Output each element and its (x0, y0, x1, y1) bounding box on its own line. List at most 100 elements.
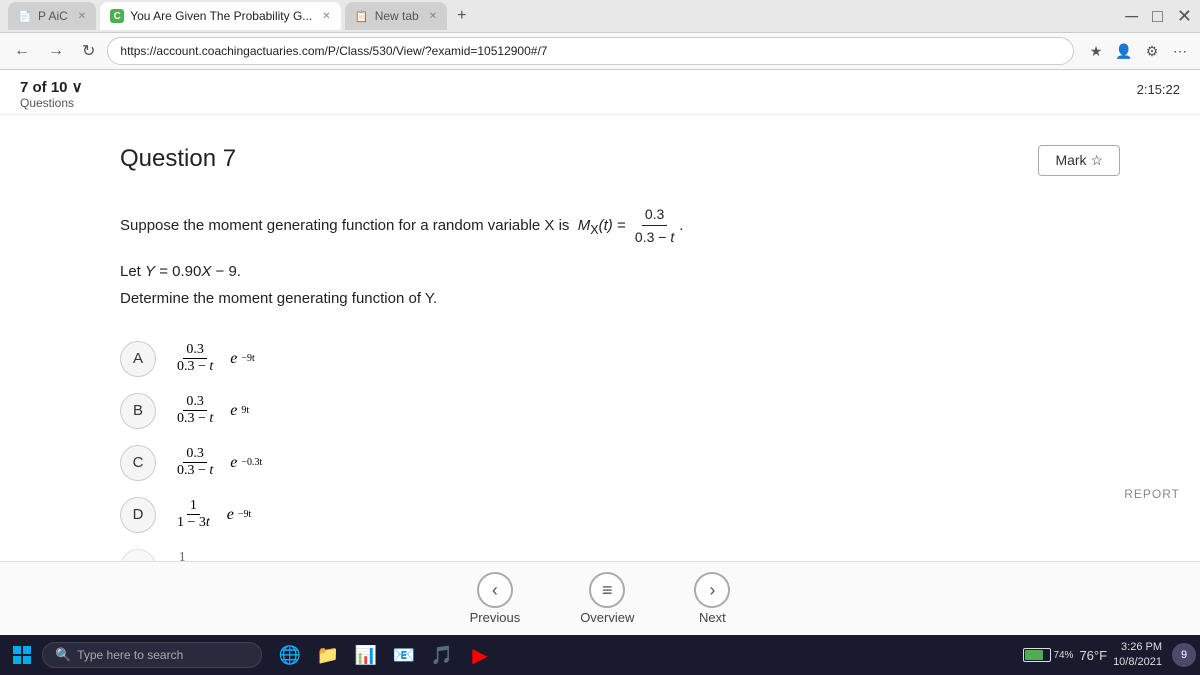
option-c[interactable]: C 0.3 0.3 − t e−0.3t (120, 439, 1120, 487)
tab-paic-icon: 📄 (18, 9, 32, 23)
option-d[interactable]: D 1 1 − 3t e−9t (120, 491, 1120, 539)
option-a-circle[interactable]: A (120, 341, 156, 377)
mark-button[interactable]: Mark ☆ (1038, 145, 1120, 176)
counter-main[interactable]: 7 of 10 ∨ (20, 78, 83, 96)
counter-sub: Questions (20, 96, 83, 110)
toolbar-icons: ★ 👤 ⚙ ⋯ (1084, 39, 1192, 63)
tab-newtab-icon: 📋 (355, 9, 369, 23)
forward-button[interactable]: → (42, 40, 70, 62)
option-c-exp: −0.3t (241, 457, 262, 468)
option-d-circle[interactable]: D (120, 497, 156, 533)
battery-fill (1025, 650, 1043, 660)
battery-indicator: 74% (1023, 648, 1073, 662)
option-b-num: 0.3 (183, 394, 207, 411)
timer: 2:15:22 (1137, 82, 1180, 97)
option-c-fraction: 0.3 0.3 − t (174, 446, 216, 479)
extensions-icon[interactable]: ⚙ (1140, 39, 1164, 63)
start-button[interactable] (4, 637, 40, 673)
top-bar: 7 of 10 ∨ Questions 2:15:22 (0, 70, 1200, 115)
profile-icon[interactable]: 👤 (1112, 39, 1136, 63)
tab-probability-close[interactable]: ✕ (322, 11, 330, 22)
option-a-fraction: 0.3 0.3 − t (174, 342, 216, 375)
taskbar-office[interactable]: 📊 (348, 637, 384, 673)
tab-paic[interactable]: 📄 P AiC ✕ (8, 2, 96, 30)
tab-probability-label: You Are Given The Probability G... (130, 9, 312, 23)
new-tab-button[interactable]: + (451, 7, 472, 25)
option-c-formula: 0.3 0.3 − t e−0.3t (172, 446, 262, 479)
report-link[interactable]: REPORT (1124, 487, 1180, 501)
battery-box (1023, 648, 1051, 662)
option-d-exp: −9t (238, 509, 251, 520)
maximize-button[interactable]: □ (1152, 6, 1163, 27)
question-area: Question 7 Mark ☆ Suppose the moment gen… (0, 115, 1200, 561)
title-bar: 📄 P AiC ✕ C You Are Given The Probabilit… (0, 0, 1200, 32)
option-e-formula: 1 ... (172, 550, 193, 561)
taskbar-media[interactable]: 🎵 (424, 637, 460, 673)
option-b[interactable]: B 0.3 0.3 − t e9t (120, 387, 1120, 435)
mgf-numerator: 0.3 (642, 203, 667, 226)
option-d-den: 1 − 3t (174, 515, 213, 531)
option-b-formula: 0.3 0.3 − t e9t (172, 394, 249, 427)
temp-display: 76°F (1079, 648, 1107, 663)
option-a-exp: −9t (241, 353, 254, 364)
option-e-circle[interactable]: E (120, 549, 156, 561)
tab-probability[interactable]: C You Are Given The Probability G... ✕ (100, 2, 341, 30)
close-button[interactable]: ✕ (1177, 6, 1192, 27)
back-button[interactable]: ← (8, 40, 36, 62)
option-d-fraction: 1 1 − 3t (174, 498, 213, 531)
tab-newtab[interactable]: 📋 New tab ✕ (345, 2, 447, 30)
overview-icon[interactable]: ≡ (589, 572, 625, 608)
taskbar-system: 74% 76°F 3:26 PM 10/8/2021 9 (1023, 640, 1196, 671)
taskbar-apps: 🌐 📁 📊 📧 🎵 ▶ (264, 637, 1021, 673)
option-e[interactable]: E 1 ... (120, 543, 1120, 561)
option-d-formula: 1 1 − 3t e−9t (172, 498, 251, 531)
search-icon: 🔍 (55, 647, 71, 663)
previous-label: Previous (470, 610, 521, 625)
taskbar-youtube[interactable]: ▶ (462, 637, 498, 673)
address-input[interactable] (107, 37, 1074, 65)
taskbar-time: 3:26 PM 10/8/2021 (1113, 640, 1166, 671)
next-label: Next (699, 610, 726, 625)
taskbar-explorer[interactable]: 📁 (310, 637, 346, 673)
taskbar-mail[interactable]: 📧 (386, 637, 422, 673)
favorites-icon[interactable]: ★ (1084, 39, 1108, 63)
option-b-fraction: 0.3 0.3 − t (174, 394, 216, 427)
option-b-circle[interactable]: B (120, 393, 156, 429)
refresh-button[interactable]: ↻ (76, 39, 101, 63)
search-text: Type here to search (77, 648, 183, 662)
next-action[interactable]: › Next (694, 572, 730, 625)
option-e-fraction: 1 ... (174, 550, 191, 561)
tab-probability-icon: C (110, 9, 124, 23)
option-e-num: 1 (176, 550, 189, 561)
question-title: Question 7 (120, 145, 236, 173)
mgf-fraction: 0.3 0.3 − t (632, 203, 677, 249)
clock-date: 10/8/2021 (1113, 655, 1162, 670)
bottom-navigation: ‹ Previous ≡ Overview › Next (0, 561, 1200, 635)
tab-paic-close[interactable]: ✕ (78, 11, 86, 22)
option-c-num: 0.3 (183, 446, 207, 463)
option-a-num: 0.3 (183, 342, 207, 359)
taskbar-edge[interactable]: 🌐 (272, 637, 308, 673)
notification-badge[interactable]: 9 (1172, 643, 1196, 667)
option-c-circle[interactable]: C (120, 445, 156, 481)
tab-newtab-label: New tab (375, 9, 419, 23)
determine-text: Determine the moment generating function… (120, 290, 1120, 307)
option-c-den: 0.3 − t (174, 463, 216, 479)
mgf-denominator: 0.3 − t (632, 226, 677, 248)
tab-newtab-close[interactable]: ✕ (429, 11, 437, 22)
option-a-den: 0.3 − t (174, 359, 216, 375)
previous-action[interactable]: ‹ Previous (470, 572, 521, 625)
more-icon[interactable]: ⋯ (1168, 39, 1192, 63)
overview-action[interactable]: ≡ Overview (580, 572, 634, 625)
previous-icon[interactable]: ‹ (477, 572, 513, 608)
next-icon[interactable]: › (694, 572, 730, 608)
option-a-formula: 0.3 0.3 − t e−9t (172, 342, 255, 375)
question-counter: 7 of 10 ∨ Questions (20, 78, 83, 110)
question-body-text: Suppose the moment generating function f… (120, 217, 569, 234)
taskbar: 🔍 Type here to search 🌐 📁 📊 📧 🎵 ▶ 74% 76… (0, 635, 1200, 675)
minimize-button[interactable]: ─ (1125, 6, 1138, 27)
options-list: A 0.3 0.3 − t e−9t B 0.3 (120, 335, 1120, 561)
taskbar-search[interactable]: 🔍 Type here to search (42, 642, 262, 668)
address-bar: ← → ↻ ★ 👤 ⚙ ⋯ (0, 32, 1200, 70)
option-a[interactable]: A 0.3 0.3 − t e−9t (120, 335, 1120, 383)
